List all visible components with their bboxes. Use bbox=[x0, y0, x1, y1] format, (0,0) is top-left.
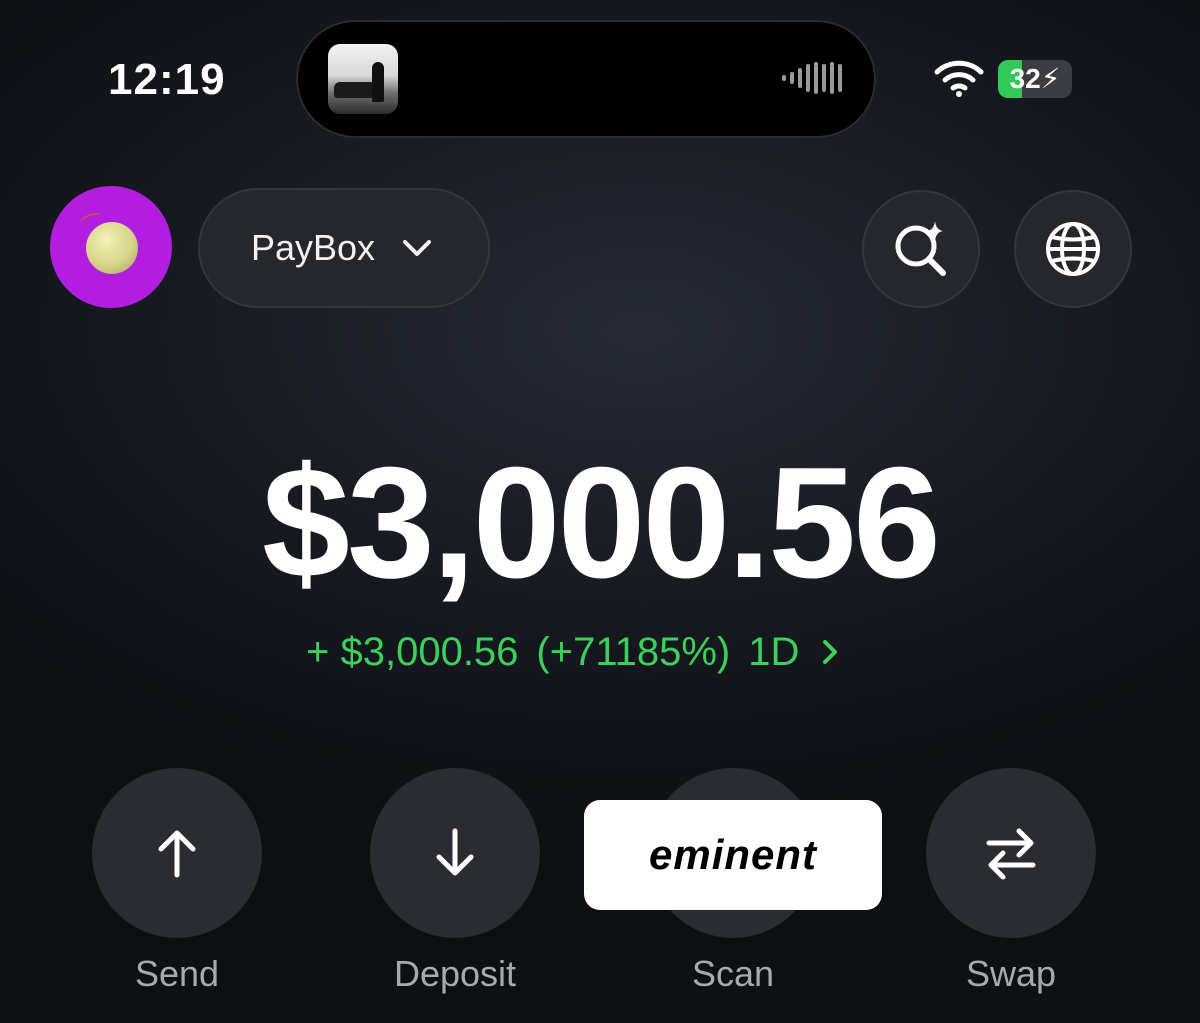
change-period: 1D bbox=[748, 630, 800, 674]
audio-waveform-icon bbox=[782, 62, 842, 94]
scan-label: Scan bbox=[691, 953, 775, 994]
balance-amount: $3,000.56 bbox=[262, 435, 941, 611]
chevron-down-icon bbox=[403, 240, 432, 256]
change-amount: + $3,000.56 bbox=[306, 630, 519, 674]
chevron-right-icon bbox=[823, 640, 838, 664]
balance-change-row[interactable]: + $3,000.56 (+71185%) 1D bbox=[306, 624, 843, 680]
swap-label: Swap bbox=[965, 953, 1057, 994]
swap-button[interactable] bbox=[926, 768, 1096, 938]
wifi-icon bbox=[934, 60, 984, 97]
globe-button[interactable] bbox=[1014, 190, 1132, 308]
send-label: Send bbox=[134, 953, 220, 994]
change-percent: (+71185%) bbox=[536, 630, 731, 674]
globe-icon bbox=[1046, 222, 1100, 276]
arrow-up-icon bbox=[158, 830, 196, 878]
swap-arrows-icon bbox=[986, 828, 1036, 880]
status-time: 12:19 bbox=[108, 55, 226, 104]
arrow-down-icon bbox=[436, 828, 474, 876]
wallet-name: PayBox bbox=[250, 227, 376, 268]
deposit-button[interactable] bbox=[370, 768, 540, 938]
eminent-sticker: eminent bbox=[584, 800, 882, 910]
melon-avatar-icon bbox=[86, 222, 138, 274]
deposit-label: Deposit bbox=[393, 953, 517, 994]
now-playing-artwork[interactable] bbox=[328, 44, 398, 114]
battery-level: 32⚡ bbox=[1009, 63, 1061, 94]
sparkle-search-icon bbox=[895, 221, 946, 276]
battery-indicator: 32⚡ bbox=[998, 60, 1072, 98]
send-button[interactable] bbox=[92, 768, 262, 938]
artwork-figure-shape bbox=[372, 62, 384, 102]
wallet-selector-button[interactable]: PayBox bbox=[198, 188, 490, 308]
search-button[interactable] bbox=[862, 190, 980, 308]
